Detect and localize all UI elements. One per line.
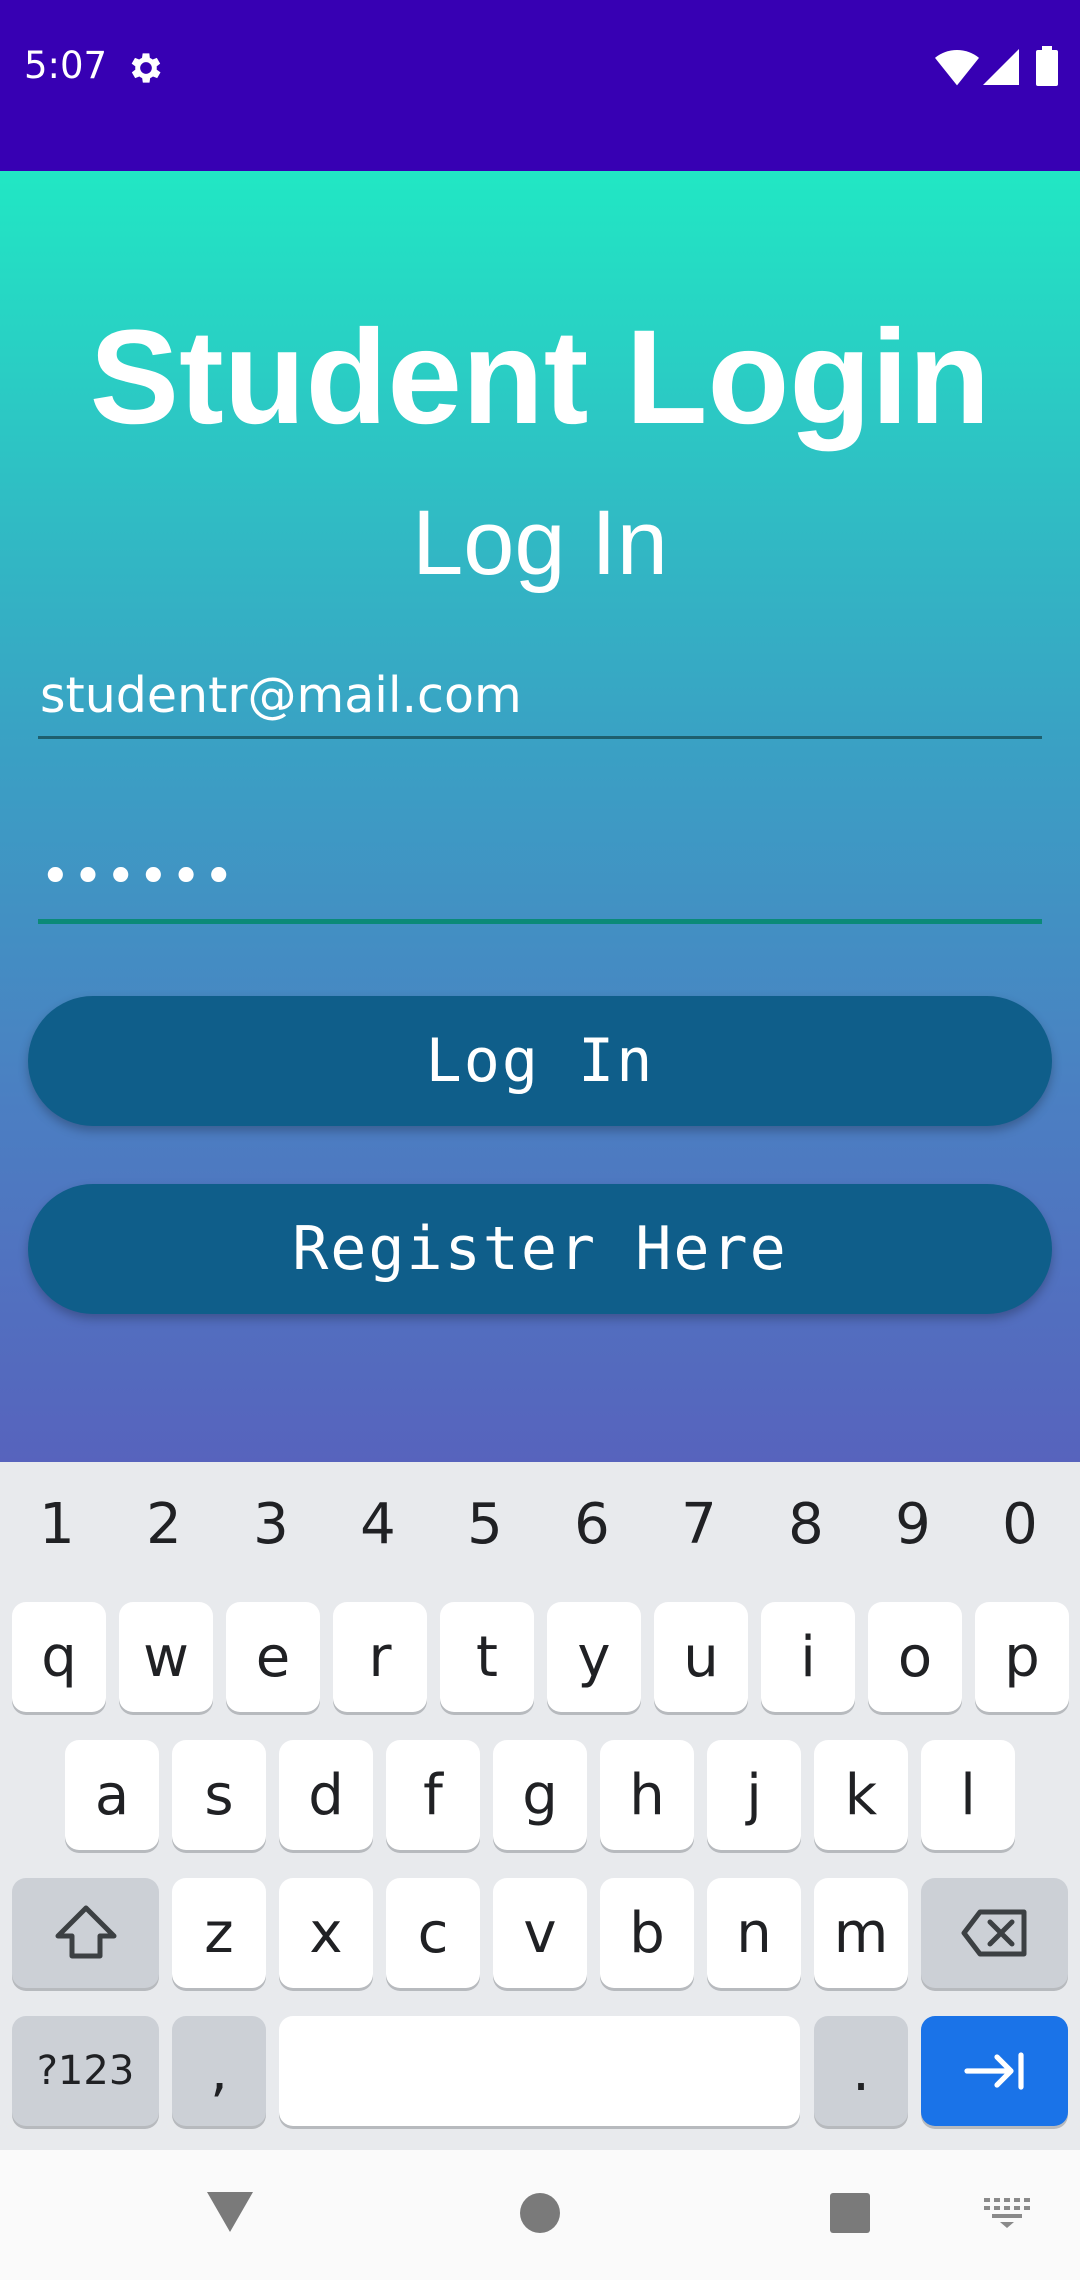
back-icon[interactable]: [205, 2190, 255, 2234]
key-3[interactable]: 3: [218, 1492, 324, 1557]
backspace-icon: [961, 1909, 1026, 1957]
key-o[interactable]: o: [868, 1602, 962, 1712]
key-r[interactable]: r: [333, 1602, 427, 1712]
key-x[interactable]: x: [279, 1878, 373, 1988]
key-7[interactable]: 7: [646, 1492, 752, 1557]
key-w[interactable]: w: [119, 1602, 213, 1712]
backspace-key[interactable]: [921, 1878, 1068, 1988]
shift-icon: [55, 1905, 116, 1959]
key-u[interactable]: u: [654, 1602, 748, 1712]
key-h[interactable]: h: [600, 1740, 694, 1850]
keyboard-icon[interactable]: [984, 2198, 1030, 2230]
comma-key[interactable]: ,: [172, 2016, 266, 2126]
next-field-key[interactable]: [921, 2016, 1068, 2126]
number-row: 1 2 3 4 5 6 7 8 9 0: [0, 1462, 1080, 1592]
login-screen: Student Login Log In Log In Register Her…: [0, 171, 1080, 1462]
shift-key[interactable]: [12, 1878, 159, 1988]
key-8[interactable]: 8: [753, 1492, 859, 1557]
key-q[interactable]: q: [12, 1602, 106, 1712]
status-time: 5:07: [24, 44, 108, 87]
symbols-key[interactable]: ?123: [12, 2016, 159, 2126]
key-k[interactable]: k: [814, 1740, 908, 1850]
key-z[interactable]: z: [172, 1878, 266, 1988]
key-4[interactable]: 4: [325, 1492, 431, 1557]
login-button[interactable]: Log In: [28, 996, 1052, 1126]
key-t[interactable]: t: [440, 1602, 534, 1712]
page-subtitle: Log In: [412, 492, 668, 594]
key-d[interactable]: d: [279, 1740, 373, 1850]
key-n[interactable]: n: [707, 1878, 801, 1988]
key-5[interactable]: 5: [432, 1492, 538, 1557]
recents-icon[interactable]: [829, 2192, 871, 2234]
key-c[interactable]: c: [386, 1878, 480, 1988]
password-field[interactable]: [38, 847, 1042, 924]
key-l[interactable]: l: [921, 1740, 1015, 1850]
battery-icon: [1036, 46, 1058, 86]
key-i[interactable]: i: [761, 1602, 855, 1712]
key-s[interactable]: s: [172, 1740, 266, 1850]
key-0[interactable]: 0: [967, 1492, 1073, 1557]
signal-icon: [983, 49, 1019, 85]
soft-keyboard: 1 2 3 4 5 6 7 8 9 0 q w e r t y u i o p …: [0, 1462, 1080, 2150]
home-icon[interactable]: [519, 2192, 561, 2234]
key-a[interactable]: a: [65, 1740, 159, 1850]
key-6[interactable]: 6: [539, 1492, 645, 1557]
key-v[interactable]: v: [493, 1878, 587, 1988]
key-g[interactable]: g: [493, 1740, 587, 1850]
key-f[interactable]: f: [386, 1740, 480, 1850]
gear-icon: [131, 53, 161, 83]
wifi-icon: [935, 50, 979, 86]
space-key[interactable]: [279, 2016, 800, 2126]
key-y[interactable]: y: [547, 1602, 641, 1712]
key-2[interactable]: 2: [111, 1492, 217, 1557]
key-e[interactable]: e: [226, 1602, 320, 1712]
key-1[interactable]: 1: [4, 1492, 110, 1557]
key-b[interactable]: b: [600, 1878, 694, 1988]
navigation-bar: [0, 2150, 1080, 2280]
key-p[interactable]: p: [975, 1602, 1069, 1712]
status-bar: 5:07: [0, 0, 1080, 171]
key-m[interactable]: m: [814, 1878, 908, 1988]
email-field[interactable]: [38, 667, 1042, 739]
key-j[interactable]: j: [707, 1740, 801, 1850]
register-button[interactable]: Register Here: [28, 1184, 1052, 1314]
page-title: Student Login: [89, 303, 991, 452]
key-9[interactable]: 9: [860, 1492, 966, 1557]
tab-arrow-icon: [963, 2052, 1024, 2090]
period-key[interactable]: .: [814, 2016, 908, 2126]
